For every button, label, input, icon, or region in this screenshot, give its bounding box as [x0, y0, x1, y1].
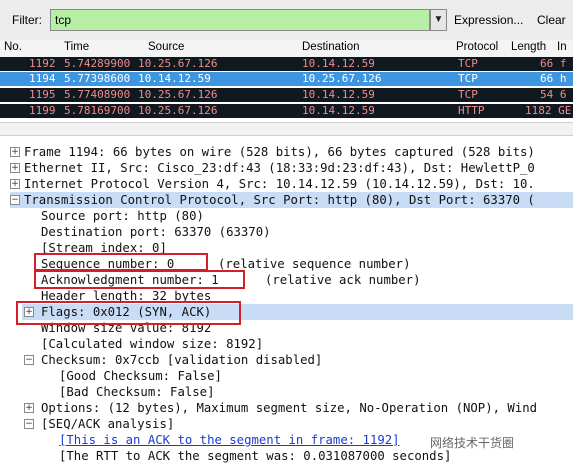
packet-time: 5.77398600 [64, 72, 131, 85]
packet-time: 5.77408900 [64, 88, 131, 101]
packet-source: 10.25.67.126 [138, 104, 218, 117]
packet-destination: 10.25.67.126 [302, 72, 382, 85]
watermark: 网络技术干货圈 [430, 436, 515, 450]
packet-no: 1199 [29, 104, 56, 117]
checksum-good[interactable]: [Good Checksum: False] [59, 368, 222, 384]
packet-no: 1194 [29, 72, 56, 85]
chevron-down-icon: ▼ [433, 14, 444, 25]
tree-label: Internet Protocol Version 4, Src: 10.14.… [24, 177, 535, 191]
packet-protocol: TCP [458, 72, 478, 85]
packet-no: 1192 [29, 57, 56, 70]
packet-protocol: HTTP [458, 104, 485, 117]
filter-dropdown-button[interactable]: ▼ [430, 9, 447, 31]
column-no[interactable]: No. [4, 41, 22, 53]
annotation-box-flags [16, 301, 241, 325]
tcp-calculated-window[interactable]: [Calculated window size: 8192] [41, 336, 263, 352]
tcp-ack-note: (relative ack number) [265, 273, 421, 287]
pane-splitter[interactable] [0, 122, 573, 136]
tcp-destination-port[interactable]: Destination port: 63370 (63370) [41, 224, 271, 240]
packet-length: 1182 GE [525, 104, 572, 117]
packet-destination: 10.14.12.59 [302, 104, 375, 117]
packet-protocol: TCP [458, 88, 478, 101]
packet-row[interactable]: 1199 5.78169700 10.25.67.126 10.14.12.59… [0, 104, 573, 118]
packet-time: 5.78169700 [64, 104, 131, 117]
packet-length: 54 6 [540, 88, 567, 101]
tree-label: Transmission Control Protocol, Src Port:… [24, 193, 535, 207]
tree-label: Checksum: 0x7ccb [validation disabled] [41, 353, 323, 367]
expand-plus-icon[interactable]: + [24, 403, 34, 413]
column-length[interactable]: Length [511, 41, 546, 53]
collapse-minus-icon[interactable]: − [24, 419, 34, 429]
packet-row-selected[interactable]: 1194 5.77398600 10.14.12.59 10.25.67.126… [0, 72, 573, 86]
packet-source: 10.25.67.126 [138, 57, 218, 70]
packet-row[interactable]: 1195 5.77408900 10.25.67.126 10.14.12.59… [0, 88, 573, 102]
filter-input[interactable]: tcp [50, 9, 430, 31]
expression-button[interactable]: Expression... [454, 13, 523, 27]
packet-row[interactable]: 1192 5.74289900 10.25.67.126 10.14.12.59… [0, 57, 573, 71]
checksum-bad[interactable]: [Bad Checksum: False] [59, 384, 214, 400]
packet-destination: 10.14.12.59 [302, 57, 375, 70]
column-time[interactable]: Time [64, 41, 89, 53]
annotation-box-ack [34, 270, 245, 289]
expand-plus-icon[interactable]: + [10, 163, 20, 173]
clear-button[interactable]: Clear [537, 13, 566, 27]
collapse-minus-icon[interactable]: − [24, 355, 34, 365]
collapse-minus-icon[interactable]: − [10, 195, 20, 205]
filter-toolbar: Filter: tcp ▼ Expression... Clear [0, 0, 573, 41]
tree-label: [SEQ/ACK analysis] [41, 417, 175, 431]
tree-item-tcp[interactable]: − Transmission Control Protocol, Src Por… [10, 192, 573, 208]
ack-frame-link[interactable]: [This is an ACK to the segment in frame:… [59, 432, 400, 448]
packet-source: 10.25.67.126 [138, 88, 218, 101]
packet-no: 1195 [29, 88, 56, 101]
packet-list-header: No. Time Source Destination Protocol Len… [0, 40, 573, 58]
packet-time: 5.74289900 [64, 57, 131, 70]
packet-protocol: TCP [458, 57, 478, 70]
column-info[interactable]: In [557, 41, 567, 53]
tree-label: Options: (12 bytes), Maximum segment siz… [41, 401, 538, 415]
tree-label: Frame 1194: 66 bytes on wire (528 bits),… [24, 145, 535, 159]
packet-source: 10.14.12.59 [138, 72, 211, 85]
annotation-box-sequence [34, 253, 208, 271]
filter-label: Filter: [12, 13, 42, 27]
packet-length: 66 f [540, 57, 567, 70]
expand-plus-icon[interactable]: + [10, 147, 20, 157]
packet-destination: 10.14.12.59 [302, 88, 375, 101]
rtt-to-ack[interactable]: [The RTT to ACK the segment was: 0.03108… [59, 448, 451, 464]
column-source[interactable]: Source [148, 41, 184, 53]
tcp-source-port[interactable]: Source port: http (80) [41, 208, 204, 224]
column-destination[interactable]: Destination [302, 41, 360, 53]
tcp-sequence-note: (relative sequence number) [218, 257, 411, 271]
tree-label: Ethernet II, Src: Cisco_23:df:43 (18:33:… [24, 161, 535, 175]
expand-plus-icon[interactable]: + [10, 179, 20, 189]
packet-length: 66 h [540, 72, 567, 85]
column-protocol[interactable]: Protocol [456, 41, 498, 53]
